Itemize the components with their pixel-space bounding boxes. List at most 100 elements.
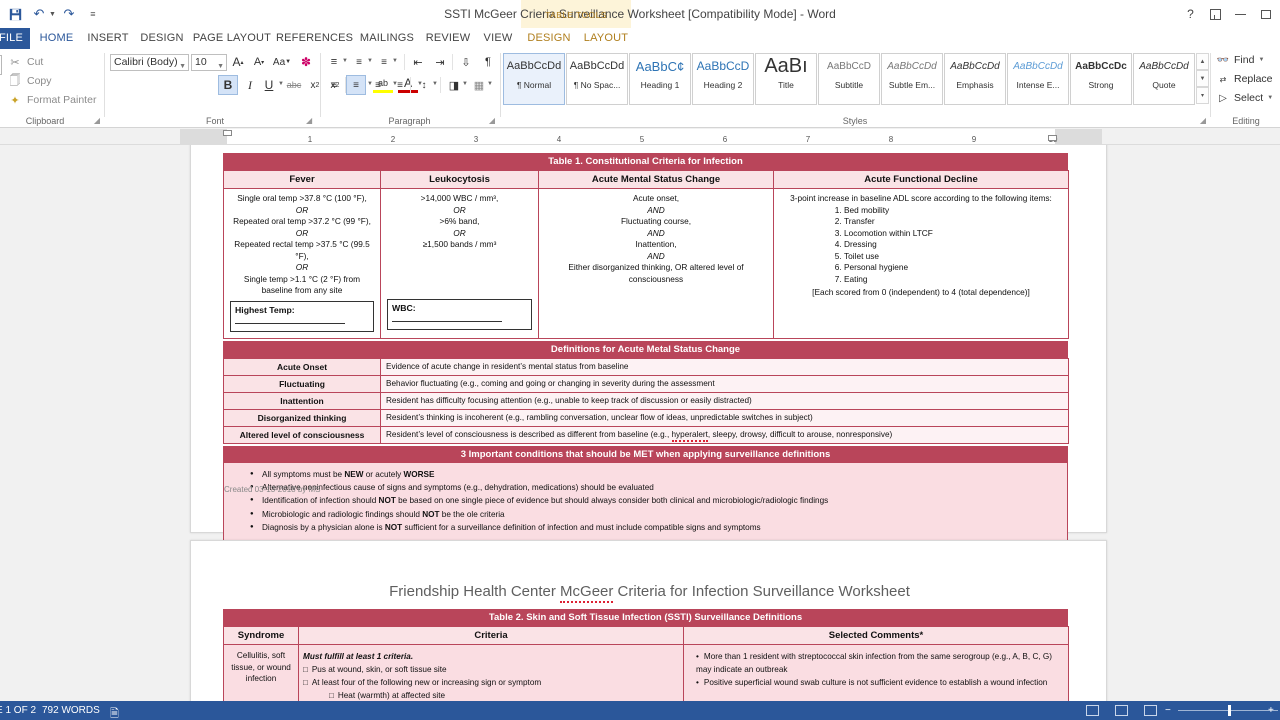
tab-references[interactable]: REFERENCES bbox=[276, 28, 353, 49]
font-name-input[interactable]: Calibri (Body) ▼ bbox=[110, 54, 189, 71]
sort-icon[interactable]: ⇩ bbox=[456, 52, 476, 72]
table1-cell-functional-decline[interactable]: 3-point increase in baseline ADL score a… bbox=[773, 188, 1069, 339]
read-mode-icon[interactable] bbox=[1086, 705, 1099, 716]
tab-review[interactable]: REVIEW bbox=[424, 28, 472, 49]
styles-dialog-launcher-icon[interactable]: ◢ bbox=[1200, 116, 1206, 125]
document-canvas[interactable]: Table 1. Constitutional Criteria for Inf… bbox=[0, 145, 1280, 701]
shrink-font-button[interactable]: A ▾ bbox=[249, 52, 269, 72]
table-row[interactable]: Disorganized thinking Resident’s thinkin… bbox=[223, 408, 1069, 427]
table1-cell-leukocytosis[interactable]: >14,000 WBC / mm³, OR >6% band, OR ≥1,50… bbox=[380, 188, 539, 339]
font-size-input[interactable]: 10 ▼ bbox=[191, 54, 227, 71]
minimize-icon[interactable] bbox=[1228, 0, 1253, 28]
clear-formatting-icon[interactable]: ✽ bbox=[296, 52, 316, 72]
horizontal-ruler[interactable]: 1 2 3 4 5 6 7 8 9 10 bbox=[180, 129, 1102, 144]
page-indicator[interactable]: E 1 OF 2 bbox=[0, 705, 36, 716]
table-row[interactable]: Inattention Resident has difficulty focu… bbox=[223, 391, 1069, 410]
tab-insert[interactable]: INSERT bbox=[84, 28, 132, 49]
italic-button[interactable]: I bbox=[240, 75, 260, 95]
multilevel-list-icon[interactable]: ≡ bbox=[374, 52, 394, 72]
align-left-icon[interactable]: ≡ bbox=[324, 75, 344, 95]
paragraph-dialog-launcher-icon[interactable]: ◢ bbox=[489, 116, 495, 125]
tab-view[interactable]: VIEW bbox=[478, 28, 518, 49]
table-row[interactable]: Acute Onset Evidence of acute change in … bbox=[223, 357, 1069, 376]
show-formatting-marks-icon[interactable]: ¶ bbox=[478, 52, 498, 72]
style-intense-emphasis[interactable]: AaBbCcDd Intense E... bbox=[1007, 53, 1069, 105]
table2-cell-comments[interactable]: More than 1 resident with streptococcal … bbox=[683, 644, 1069, 701]
clipboard-dialog-launcher-icon[interactable]: ◢ bbox=[94, 116, 100, 125]
style-title[interactable]: AaBı Title bbox=[755, 53, 817, 105]
strikethrough-button[interactable]: abc bbox=[284, 75, 304, 95]
line-spacing-caret-icon[interactable]: ▼ bbox=[432, 81, 438, 87]
style-heading-2[interactable]: AaBbCcD Heading 2 bbox=[692, 53, 754, 105]
find-caret-icon[interactable]: ▼ bbox=[1258, 57, 1264, 63]
tab-file[interactable]: FILE bbox=[0, 28, 30, 49]
zoom-slider-handle[interactable] bbox=[1228, 705, 1231, 716]
font-size-caret-icon[interactable]: ▼ bbox=[217, 59, 224, 74]
help-icon[interactable]: ? bbox=[1178, 0, 1203, 28]
style-subtitle[interactable]: AaBbCcD Subtitle bbox=[818, 53, 880, 105]
font-dialog-launcher-icon[interactable]: ◢ bbox=[306, 116, 312, 125]
line-spacing-icon[interactable]: ↕ bbox=[414, 75, 434, 95]
decrease-indent-icon[interactable]: ⇤ bbox=[408, 52, 428, 72]
print-layout-icon[interactable] bbox=[1115, 705, 1128, 716]
copy-button[interactable]: 🗍 Copy bbox=[8, 74, 52, 88]
style-no-spacing[interactable]: AaBbCcDd ¶ No Spac... bbox=[566, 53, 628, 105]
first-line-indent-marker[interactable] bbox=[223, 130, 232, 136]
zoom-out-button[interactable]: − bbox=[1165, 705, 1171, 716]
select-button[interactable]: ▷ Select ▼ bbox=[1216, 91, 1273, 105]
table2-body-row[interactable]: Cellulitis, soft tissue, or wound infect… bbox=[223, 644, 1069, 701]
borders-icon[interactable]: ▦ bbox=[469, 75, 489, 95]
borders-caret-icon[interactable]: ▼ bbox=[487, 81, 493, 87]
table2-cell-syndrome[interactable]: Cellulitis, soft tissue, or wound infect… bbox=[223, 644, 299, 701]
table-row[interactable]: Fluctuating Behavior fluctuating (e.g., … bbox=[223, 374, 1069, 393]
style-normal[interactable]: AaBbCcDd ¶ Normal bbox=[503, 53, 565, 105]
style-emphasis[interactable]: AaBbCcDd Emphasis bbox=[944, 53, 1006, 105]
tab-table-layout[interactable]: LAYOUT bbox=[580, 28, 632, 49]
shading-caret-icon[interactable]: ▼ bbox=[462, 81, 468, 87]
increase-indent-icon[interactable]: ⇥ bbox=[430, 52, 450, 72]
format-painter-button[interactable]: ✦ Format Painter bbox=[8, 93, 96, 107]
bold-button[interactable]: B bbox=[218, 75, 238, 95]
word-count[interactable]: 792 WORDS bbox=[42, 705, 100, 716]
highest-temp-field[interactable]: Highest Temp: bbox=[230, 300, 374, 332]
grow-font-button[interactable]: A ▴ bbox=[228, 52, 248, 72]
proofing-errors-icon[interactable]: 🗎 bbox=[110, 705, 119, 720]
justify-icon[interactable]: ≡ bbox=[390, 75, 410, 95]
tab-page-layout[interactable]: PAGE LAYOUT bbox=[192, 28, 272, 49]
style-heading-1[interactable]: AaBbC¢ Heading 1 bbox=[629, 53, 691, 105]
multilevel-caret-icon[interactable]: ▼ bbox=[392, 58, 398, 64]
underline-button[interactable]: U bbox=[259, 75, 279, 95]
zoom-in-button[interactable]: + bbox=[1268, 705, 1274, 716]
align-right-icon[interactable]: ≡ bbox=[368, 75, 388, 95]
styles-scroll-down-icon[interactable]: ▼ bbox=[1196, 70, 1209, 87]
web-layout-icon[interactable] bbox=[1144, 705, 1157, 716]
style-quote[interactable]: AaBbCcDd Quote bbox=[1133, 53, 1195, 105]
numbering-icon[interactable]: ≡ bbox=[349, 52, 369, 72]
style-subtle-emphasis[interactable]: AaBbCcDd Subtle Em... bbox=[881, 53, 943, 105]
table1-cell-mental-status[interactable]: Acute onset, AND Fluctuating course, AND… bbox=[538, 188, 774, 339]
shading-icon[interactable]: ◨ bbox=[444, 75, 464, 95]
wbc-blank[interactable] bbox=[392, 321, 502, 322]
font-name-caret-icon[interactable]: ▼ bbox=[179, 59, 186, 74]
bullets-icon[interactable]: ≡ bbox=[324, 52, 344, 72]
wbc-field[interactable]: WBC: bbox=[387, 298, 532, 330]
align-center-icon[interactable]: ≡ bbox=[346, 75, 366, 95]
select-caret-icon[interactable]: ▼ bbox=[1267, 95, 1273, 101]
table1-cell-fever[interactable]: Single oral temp >37.8 °C (100 °F), OR R… bbox=[223, 188, 381, 339]
highest-temp-blank[interactable] bbox=[235, 323, 345, 324]
restore-icon[interactable] bbox=[1253, 0, 1278, 28]
style-strong[interactable]: AaBbCcDc Strong bbox=[1070, 53, 1132, 105]
table-row[interactable]: Altered level of consciousness Resident’… bbox=[223, 425, 1069, 444]
right-indent-marker[interactable] bbox=[1048, 135, 1057, 141]
styles-more-icon[interactable]: ▾ bbox=[1196, 87, 1209, 104]
replace-button[interactable]: ⇄ Replace bbox=[1216, 72, 1273, 86]
numbering-caret-icon[interactable]: ▼ bbox=[367, 58, 373, 64]
change-case-button[interactable]: Aa ▼ bbox=[272, 52, 292, 72]
ribbon-display-options-icon[interactable] bbox=[1203, 0, 1228, 28]
find-button[interactable]: 👓 Find ▼ bbox=[1216, 53, 1265, 67]
conditions-body[interactable]: All symptoms must be NEW or acutely WORS… bbox=[223, 462, 1068, 543]
table2-cell-criteria[interactable]: Must fulfill at least 1 criteria. Pus at… bbox=[298, 644, 684, 701]
bullets-caret-icon[interactable]: ▼ bbox=[342, 58, 348, 64]
tab-mailings[interactable]: MAILINGS bbox=[356, 28, 418, 49]
tab-design[interactable]: DESIGN bbox=[138, 28, 186, 49]
